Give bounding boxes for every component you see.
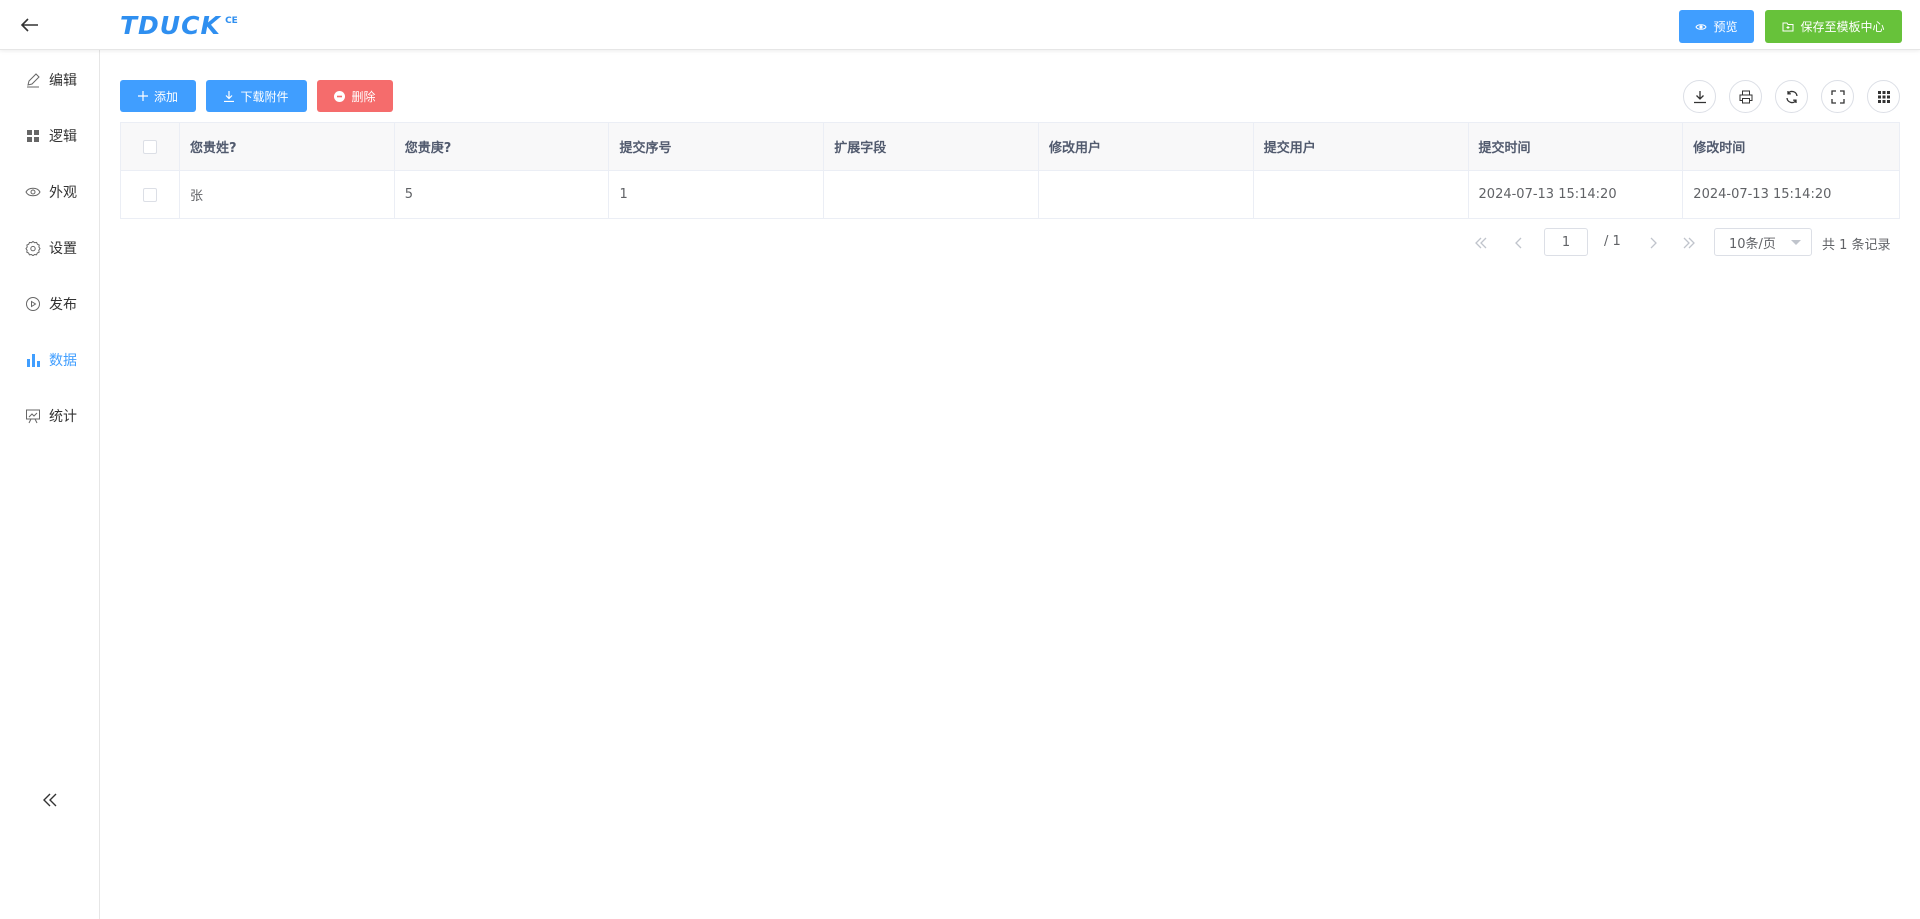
caret-down-icon xyxy=(1791,240,1801,245)
refresh-icon xyxy=(1785,90,1798,103)
plus-icon xyxy=(137,91,148,101)
prev-page-icon[interactable] xyxy=(1506,231,1530,255)
header-check-cell xyxy=(121,123,180,170)
grid-dots-icon xyxy=(1877,90,1890,103)
table-cell: 1 xyxy=(609,171,825,218)
logo: TDUCK CE xyxy=(120,10,238,42)
save-template-button[interactable]: 保存至模板中心 xyxy=(1765,10,1902,43)
download-attachments-button[interactable]: 下载附件 xyxy=(206,80,307,112)
refresh-button[interactable] xyxy=(1775,80,1808,113)
delete-label: 删除 xyxy=(351,89,376,104)
sidebar-item-publish[interactable]: 发布 xyxy=(0,284,100,324)
sidebar-item-label: 逻辑 xyxy=(49,129,77,145)
back-arrow-icon[interactable] xyxy=(18,13,42,37)
data-table: 您贵姓? 您贵庚? 提交序号 扩展字段 修改用户 提交用户 提交时间 修改时间 … xyxy=(120,122,1900,219)
preview-label: 预览 xyxy=(1713,20,1738,34)
preview-button[interactable]: 预览 xyxy=(1679,10,1754,43)
play-circle-icon xyxy=(26,297,40,311)
sidebar-item-label: 外观 xyxy=(49,185,77,201)
page-size-select[interactable]: 10条/页 xyxy=(1714,228,1812,256)
download-attachments-label: 下载附件 xyxy=(240,89,289,104)
table-cell: 2024-07-13 15:14:20 xyxy=(1693,187,1832,202)
page-size-value: 10条/页 xyxy=(1729,236,1776,252)
logo-edition: CE xyxy=(225,16,238,26)
table-row[interactable]: 张 5 1 2024-07-13 15:14:20 2024-07-13 15:… xyxy=(121,171,1899,219)
table-cell xyxy=(824,171,1039,218)
print-button[interactable] xyxy=(1729,80,1762,113)
table-cell: 5 xyxy=(395,171,610,218)
fullscreen-icon xyxy=(1830,89,1845,104)
sidebar-item-appearance[interactable]: 外观 xyxy=(0,172,100,212)
row-check-cell xyxy=(121,171,180,218)
save-template-label: 保存至模板中心 xyxy=(1800,20,1885,34)
sidebar-item-label: 数据 xyxy=(49,353,77,369)
sidebar-item-logic[interactable]: 逻辑 xyxy=(0,116,100,156)
column-header[interactable]: 提交用户 xyxy=(1254,123,1469,170)
column-header[interactable]: 您贵姓? xyxy=(180,123,395,170)
first-page-icon[interactable] xyxy=(1469,231,1493,255)
total-records: 共 1 条记录 xyxy=(1822,238,1891,253)
delete-button[interactable]: 删除 xyxy=(317,80,393,112)
page-number-input[interactable] xyxy=(1544,228,1588,256)
column-header[interactable]: 提交时间 xyxy=(1469,123,1684,170)
top-header: TDUCK CE 预览 保存至模板中心 xyxy=(0,0,1920,50)
folder-icon xyxy=(1782,22,1794,32)
column-header[interactable]: 修改用户 xyxy=(1039,123,1254,170)
presentation-icon xyxy=(26,409,40,424)
table-header-row: 您贵姓? 您贵庚? 提交序号 扩展字段 修改用户 提交用户 提交时间 修改时间 xyxy=(121,123,1899,171)
fullscreen-button[interactable] xyxy=(1821,80,1854,113)
table-cell: 张 xyxy=(180,171,395,218)
sidebar-item-statistics[interactable]: 统计 xyxy=(0,396,100,436)
download-icon xyxy=(1693,90,1706,103)
sidebar-item-edit[interactable]: 编辑 xyxy=(0,60,100,100)
grid-icon xyxy=(27,130,39,142)
next-page-icon[interactable] xyxy=(1642,231,1666,255)
total-pages: / 1 xyxy=(1604,234,1621,249)
table-cell xyxy=(1254,171,1469,218)
edit-icon xyxy=(27,73,40,88)
table-cell: 2024-07-13 15:14:20 xyxy=(1469,171,1684,218)
bar-chart-icon xyxy=(27,354,40,367)
export-download-button[interactable] xyxy=(1683,80,1716,113)
column-header[interactable]: 修改时间 xyxy=(1683,123,1899,170)
sidebar: 编辑 逻辑 外观 设置 发布 数据 统计 xyxy=(0,50,100,919)
sidebar-item-label: 统计 xyxy=(49,409,77,425)
sidebar-item-label: 编辑 xyxy=(49,73,77,89)
eye-icon xyxy=(1695,23,1708,30)
collapse-sidebar-icon[interactable] xyxy=(40,788,60,812)
sidebar-item-data[interactable]: 数据 xyxy=(0,340,100,380)
table-cell xyxy=(1039,171,1254,218)
eye-icon xyxy=(25,187,41,197)
minus-circle-icon xyxy=(334,90,346,102)
sidebar-item-settings[interactable]: 设置 xyxy=(0,228,100,268)
column-header[interactable]: 提交序号 xyxy=(609,123,825,170)
sidebar-item-label: 发布 xyxy=(49,297,77,313)
column-header[interactable]: 扩展字段 xyxy=(824,123,1039,170)
add-label: 添加 xyxy=(153,89,178,104)
gear-icon xyxy=(25,240,41,256)
add-button[interactable]: 添加 xyxy=(120,80,196,112)
sidebar-item-label: 设置 xyxy=(49,241,77,257)
column-header[interactable]: 您贵庚? xyxy=(395,123,610,170)
select-all-checkbox[interactable] xyxy=(142,139,157,154)
print-icon xyxy=(1739,90,1752,103)
row-checkbox[interactable] xyxy=(142,187,157,202)
download-icon xyxy=(224,90,235,102)
last-page-icon[interactable] xyxy=(1677,231,1701,255)
column-settings-button[interactable] xyxy=(1867,80,1900,113)
